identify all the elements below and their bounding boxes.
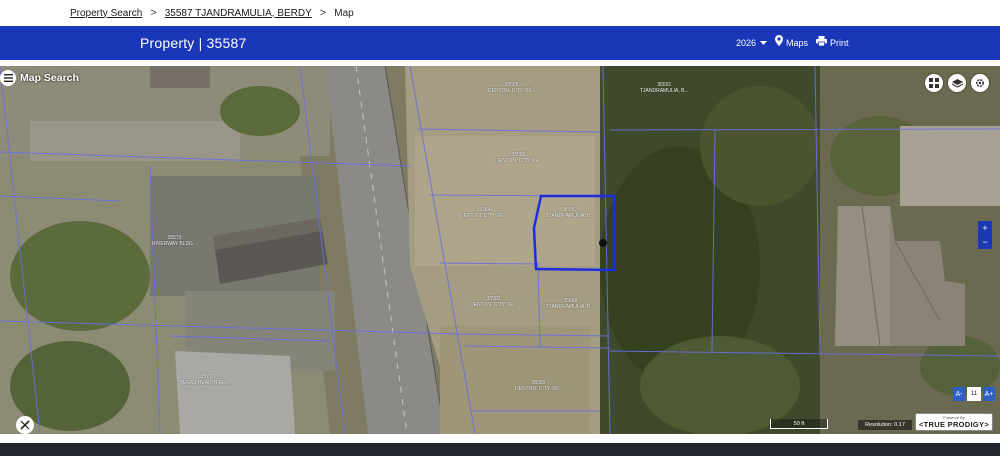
breadcrumb-property-owner[interactable]: 35587 TJANDRAMULIA, BERDY	[165, 8, 312, 19]
parcel-label-35583[interactable]: 35583 DENTON, CITY OF...	[515, 380, 562, 392]
parcel-label-35579[interactable]: 35579 RIVERWAY BLDG...	[152, 235, 197, 247]
font-increase-button[interactable]: A+	[983, 387, 995, 401]
powered-by-badge[interactable]: Powered By <TRUE PRODIGY>	[915, 413, 993, 431]
breadcrumb-separator: >	[319, 7, 327, 19]
breadcrumb-current-map: Map	[334, 7, 354, 19]
print-button[interactable]: Print	[816, 26, 849, 60]
parcel-label-35586[interactable]: 35586 DENTON, CITY OF...	[495, 152, 542, 164]
scale-bar: 50 ft	[770, 419, 828, 429]
map-search-title: Map Search	[20, 72, 79, 84]
hamburger-icon	[3, 74, 13, 82]
print-label: Print	[830, 38, 849, 48]
gear-icon	[975, 78, 985, 88]
breadcrumb-separator: >	[150, 7, 157, 19]
map-search-header: Map Search	[0, 70, 79, 86]
page-title: Property | 35587	[140, 35, 247, 51]
font-size-control: A- 11 A+	[953, 387, 995, 401]
year-dropdown[interactable]: 2026	[736, 26, 768, 60]
printer-icon	[816, 26, 827, 60]
grid-layers-icon	[929, 78, 939, 88]
page-header: Property | 35587 2026 Maps Print	[0, 26, 1000, 60]
menu-button[interactable]	[0, 70, 16, 86]
caret-down-icon	[760, 26, 768, 60]
year-value: 2026	[736, 38, 757, 48]
zoom-out-button[interactable]: −	[982, 237, 987, 247]
zoom-in-button[interactable]: +	[982, 223, 987, 233]
maps-button[interactable]: Maps	[775, 26, 808, 60]
parcel-label-35582[interactable]: 35582 DENTON, CITY OF...	[470, 296, 517, 308]
ruler-icon	[20, 420, 30, 430]
aerial-map[interactable]	[0, 66, 1000, 434]
true-prodigy-logo: <TRUE PRODIGY>	[918, 420, 990, 429]
parcel-label-35591[interactable]: 35591 TJANDRAMULIA, B...	[640, 82, 689, 94]
settings-button[interactable]	[971, 74, 989, 92]
layers-button[interactable]	[948, 74, 966, 92]
map-canvas[interactable]: 35585 DENTON, CITY OF... 35591 TJANDRAMULI…	[0, 66, 1000, 434]
maps-label: Maps	[786, 38, 809, 48]
breadcrumb-property-search[interactable]: Property Search	[70, 8, 142, 19]
parcel-label-35584[interactable]: 35584 DENTON, CITY OF...	[460, 207, 507, 219]
parcel-label-35585[interactable]: 35585 DENTON, CITY OF...	[488, 82, 535, 94]
basemap-toggle-button[interactable]	[925, 74, 943, 92]
layers-icon	[951, 78, 963, 88]
map-pin-icon	[775, 26, 783, 60]
measure-tool-button[interactable]	[16, 416, 34, 434]
breadcrumb: Property Search > 35587 TJANDRAMULIA, BE…	[0, 0, 1000, 26]
parcel-label-35587-selected[interactable]: 35587 TJANDRAMULIA, B...	[546, 207, 595, 219]
parcel-label-35577[interactable]: 35577 TEXAS HEALTH RE...	[180, 374, 230, 386]
resolution-readout: Resolution: 0.17	[858, 420, 912, 430]
footer-bar	[0, 443, 1000, 456]
parcel-label-35588[interactable]: 35588 TJANDRAMULIA, B...	[546, 298, 595, 310]
font-size-value: 11	[967, 387, 981, 401]
font-decrease-button[interactable]: A-	[953, 387, 965, 401]
zoom-control: + −	[978, 221, 992, 249]
